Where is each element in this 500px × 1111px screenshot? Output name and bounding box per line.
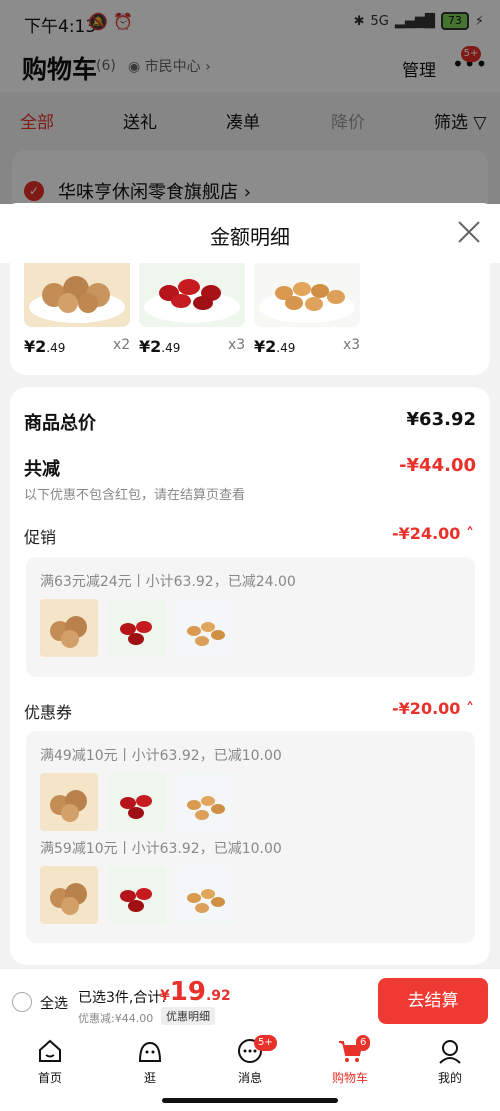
tabbar-label: 消息 <box>237 1071 262 1085</box>
thumb-jujube <box>108 599 166 657</box>
tabbar-home[interactable]: 首页 <box>20 1037 80 1086</box>
home-indicator <box>162 1098 338 1103</box>
cart-badge: 6 <box>356 1035 371 1051</box>
tabbar-browse[interactable]: 逛 <box>120 1037 180 1086</box>
thumb-peanut <box>176 599 234 657</box>
promo-toggle[interactable]: -¥24.00 ˄ <box>392 524 474 543</box>
total-price-value: ¥63.92 <box>406 409 476 430</box>
promo-value: -¥24.00 <box>392 524 461 543</box>
checkout-button[interactable]: 去结算 <box>378 978 488 1024</box>
messages-badge: 5+ <box>254 1035 277 1051</box>
product-qty: x3 <box>343 337 361 353</box>
profile-icon <box>439 1040 461 1064</box>
promo-label: 促销 <box>24 528 57 547</box>
tabbar-cart[interactable]: 购物车 6 <box>320 1035 380 1086</box>
modal-overlay[interactable] <box>0 0 500 204</box>
sheet-title: 金额明细 <box>210 225 290 249</box>
product-price: ¥2.49 <box>254 337 296 356</box>
thumb-jujube <box>108 773 166 831</box>
coupon-rule: 满59减10元丨小计63.92，已减10.00 <box>40 841 282 857</box>
thumb-peanut <box>176 773 234 831</box>
coupon-group: 满49减10元丨小计63.92，已减10.00 满59减10元丨小计63.92，… <box>26 731 475 943</box>
tabbar-messages[interactable]: 消息 5+ <box>220 1035 280 1086</box>
coupon-value: -¥20.00 <box>392 699 461 718</box>
sheet-header: 金额明细 <box>0 203 500 263</box>
product-price: ¥2.49 <box>24 337 66 356</box>
home-icon <box>39 1039 61 1062</box>
product-qty: x2 <box>113 337 131 353</box>
tabbar-label: 我的 <box>437 1071 462 1085</box>
tabbar-me[interactable]: 我的 <box>420 1037 480 1086</box>
thumb-walnut <box>40 866 98 924</box>
promo-group: 满63元减24元丨小计63.92，已减24.00 <box>26 557 475 677</box>
total-reduce-value: -¥44.00 <box>399 455 476 476</box>
thumb-jujube <box>108 866 166 924</box>
discount-detail-button[interactable]: 优惠明细 <box>161 1007 215 1025</box>
thumb-peanut <box>176 866 234 924</box>
coupon-rule: 满49减10元丨小计63.92，已减10.00 <box>40 748 282 764</box>
product-qty: x3 <box>228 337 246 353</box>
thumb-walnut <box>40 773 98 831</box>
promo-rule: 满63元减24元丨小计63.92，已减24.00 <box>40 574 296 590</box>
checkout-total: ¥19.92 <box>160 977 231 1007</box>
coupon-toggle[interactable]: -¥20.00 ˄ <box>392 699 474 718</box>
coupon-label: 优惠券 <box>24 703 73 722</box>
tabbar-label: 首页 <box>37 1071 62 1085</box>
selected-info: 已选3件,合计: <box>78 990 167 1006</box>
tabbar-label: 购物车 <box>331 1071 368 1085</box>
browse-face-icon <box>138 1041 162 1062</box>
select-all-radio[interactable] <box>12 992 32 1012</box>
amount-detail-sheet: 金额明细 ¥2.49 x2 ¥2.49 x3 ¥2.49 x3 商品总价 ¥63… <box>0 203 500 968</box>
product-list: ¥2.49 x2 ¥2.49 x3 ¥2.49 x3 <box>10 263 490 375</box>
amount-detail-card: 商品总价 ¥63.92 共减 -¥44.00 以下优惠不包含红包，请在结算页查看… <box>10 387 490 965</box>
discount-summary: 优惠减:¥44.00 <box>78 1012 154 1025</box>
select-all-label[interactable]: 全选 <box>40 993 68 1013</box>
chevron-up-icon: ˄ <box>460 699 474 718</box>
product-price: ¥2.49 <box>139 337 181 356</box>
reduce-note: 以下优惠不包含红包，请在结算页查看 <box>24 488 246 503</box>
product-image-peanut <box>254 263 360 327</box>
total-price-label: 商品总价 <box>24 413 96 434</box>
product-image-walnut <box>24 263 130 327</box>
total-reduce-label: 共减 <box>24 459 60 480</box>
tabbar-label: 逛 <box>143 1071 156 1085</box>
checkout-bar: 全选 已选3件,合计: ¥19.92 优惠减:¥44.00 优惠明细 去结算 <box>0 968 500 1030</box>
close-icon[interactable] <box>456 219 482 245</box>
thumb-walnut <box>40 599 98 657</box>
chevron-up-icon: ˄ <box>460 524 474 543</box>
product-image-jujube <box>139 263 245 327</box>
